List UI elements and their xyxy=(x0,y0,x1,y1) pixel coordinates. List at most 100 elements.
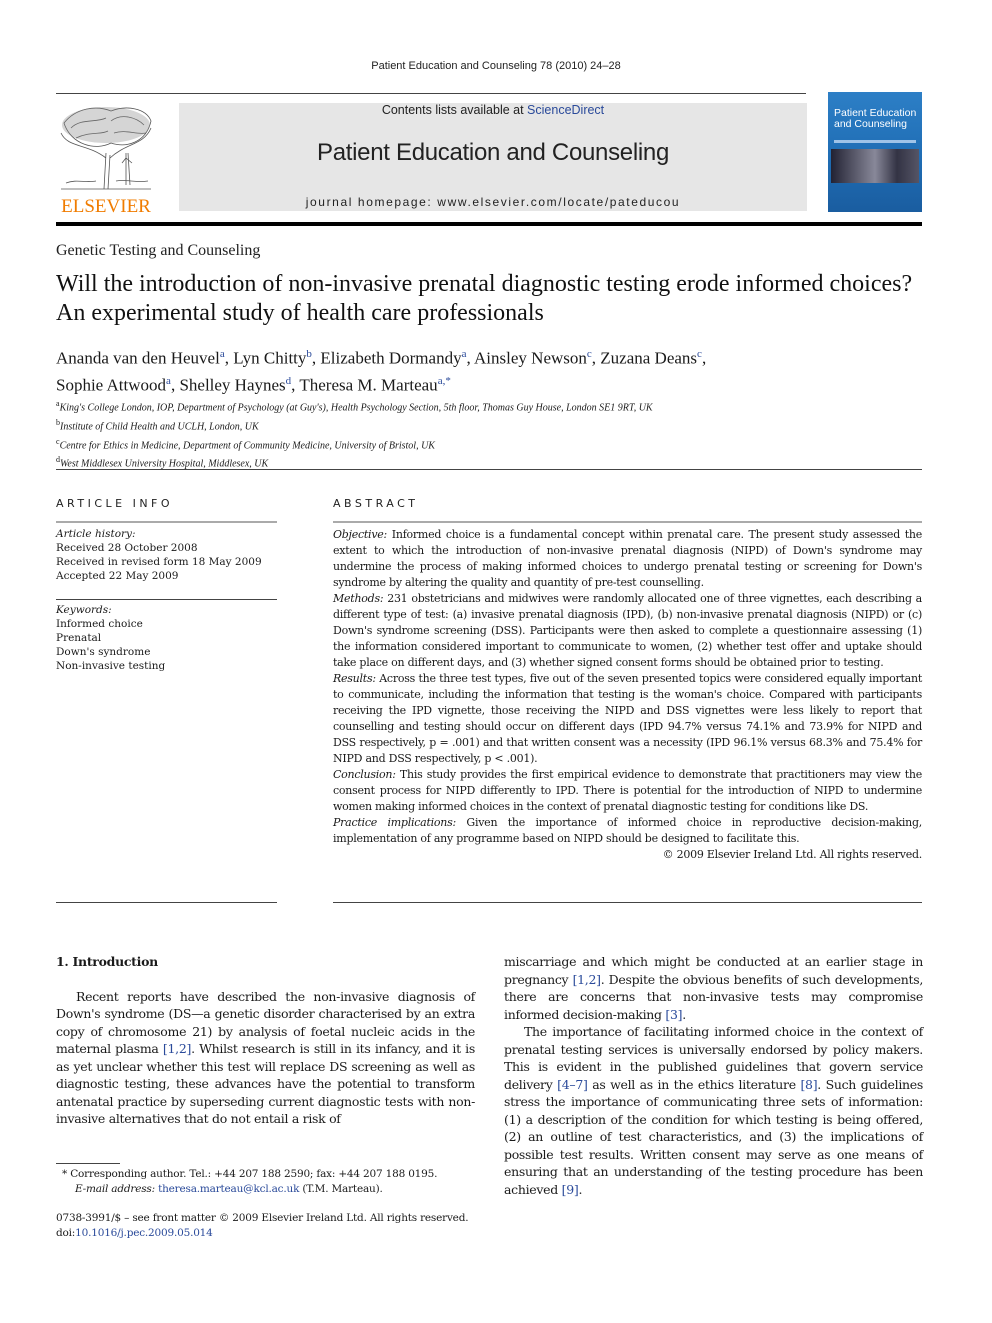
abstract-copyright: © 2009 Elsevier Ireland Ltd. All rights … xyxy=(662,848,923,861)
doi-link[interactable]: 10.1016/j.pec.2009.05.014 xyxy=(75,1227,213,1239)
history-item: Received in revised form 18 May 2009 xyxy=(56,556,262,568)
affiliation-text: Centre for Ethics in Medicine, Departmen… xyxy=(59,439,435,451)
abstract-objective: Objective: Informed choice is a fundamen… xyxy=(333,527,922,591)
abstract-heading: ABSTRACT xyxy=(333,497,419,510)
email-suffix: (T.M. Marteau). xyxy=(299,1183,383,1195)
keywords: Keywords: Informed choice Prenatal Down'… xyxy=(56,603,286,673)
keyword: Non-invasive testing xyxy=(56,660,166,672)
abstract-rule xyxy=(333,521,922,523)
corresponding-author-footnote: * Corresponding author. Tel.: +44 207 18… xyxy=(62,1167,492,1197)
abstract-section-text: Informed choice is a fundamental concept… xyxy=(333,528,922,589)
citation-link[interactable]: [8] xyxy=(800,1077,817,1092)
affiliation-text: King's College London, IOP, Department o… xyxy=(59,402,653,414)
affiliation-text: Institute of Child Health and UCLH, Lond… xyxy=(60,421,259,433)
keyword: Informed choice xyxy=(56,618,143,630)
citation-link[interactable]: [1,2] xyxy=(163,1041,191,1056)
author-affiliation-mark[interactable]: c xyxy=(697,348,702,360)
author-affiliation-mark[interactable]: b xyxy=(306,348,312,360)
affiliations-rule xyxy=(56,469,922,470)
article-info-rule xyxy=(56,521,277,523)
author: Lyn Chitty xyxy=(233,348,307,368)
article-title: Will the introduction of non-invasive pr… xyxy=(56,271,913,326)
cover-title: Patient Education and Counseling xyxy=(834,108,916,130)
history-item: Accepted 22 May 2009 xyxy=(56,570,179,582)
doi-prefix: doi: xyxy=(56,1227,76,1239)
paragraph: The importance of facilitating informed … xyxy=(504,1023,923,1198)
paragraph: miscarriage and which might be conducted… xyxy=(504,953,923,1023)
abstract-body: Objective: Informed choice is a fundamen… xyxy=(333,527,922,863)
journal-cover-thumbnail[interactable]: Patient Education and Counseling xyxy=(828,92,922,212)
author-affiliation-mark[interactable]: d xyxy=(286,375,292,387)
abstract-section-label: Practice implications: xyxy=(333,816,456,829)
journal-homepage[interactable]: journal homepage: www.elsevier.com/locat… xyxy=(179,195,807,209)
email-label: E-mail address: xyxy=(75,1183,155,1195)
abstract-bottom-rule xyxy=(333,902,922,903)
elsevier-logo[interactable]: ELSEVIER xyxy=(56,103,156,217)
body-column-right: miscarriage and which might be conducted… xyxy=(504,953,923,1198)
contents-prefix: Contents lists available at xyxy=(381,103,528,117)
section-heading-introduction: 1. Introduction xyxy=(56,954,158,969)
abstract-conclusion: Conclusion: This study provides the firs… xyxy=(333,767,922,815)
elsevier-tree-icon xyxy=(60,107,152,190)
keyword: Prenatal xyxy=(56,632,102,644)
front-matter: 0738-3991/$ – see front matter © 2009 El… xyxy=(56,1211,486,1241)
abstract-practice-implications: Practice implications: Given the importa… xyxy=(333,815,922,847)
author-affiliation-mark[interactable]: c xyxy=(587,348,592,360)
affiliations: aKing's College London, IOP, Department … xyxy=(56,397,936,472)
contents-line: Contents lists available at ScienceDirec… xyxy=(179,103,807,117)
abstract-section-text: Across the three test types, five out of… xyxy=(333,672,922,765)
author-affiliation-mark[interactable]: a,* xyxy=(438,375,451,387)
abstract-section-label: Methods: xyxy=(333,592,384,605)
elsevier-wordmark: ELSEVIER xyxy=(61,196,151,217)
paragraph-text: . Such guidelines stress the importance … xyxy=(504,1076,923,1197)
article-history: Article history: Received 28 October 200… xyxy=(56,527,286,583)
abstract-section-text: This study provides the first empirical … xyxy=(333,768,922,813)
running-head: Patient Education and Counseling 78 (201… xyxy=(371,60,621,72)
citation-link[interactable]: [3] xyxy=(665,1007,682,1022)
paragraph-text: . xyxy=(682,1006,686,1022)
abstract-section-label: Results: xyxy=(333,672,376,685)
journal-title: Patient Education and Counseling xyxy=(317,139,669,166)
citation-link[interactable]: [4–7] xyxy=(557,1077,588,1092)
abstract-methods: Methods: 231 obstetricians and midwives … xyxy=(333,591,922,671)
sciencedirect-link[interactable]: ScienceDirect xyxy=(527,103,604,117)
cover-subtitle-strip xyxy=(834,140,916,143)
author-affiliation-mark[interactable]: a xyxy=(220,348,225,360)
affiliation: aKing's College London, IOP, Department … xyxy=(56,397,936,416)
keyword: Down's syndrome xyxy=(56,646,151,658)
article-history-label: Article history: xyxy=(56,528,136,540)
article-info-heading: ARTICLE INFO xyxy=(56,497,174,510)
paragraph-text: . xyxy=(578,1181,583,1197)
affiliation: cCentre for Ethics in Medicine, Departme… xyxy=(56,435,936,454)
header-thick-rule xyxy=(56,222,922,226)
citation-link[interactable]: [1,2] xyxy=(573,972,601,987)
paragraph-text: as well as in the ethics literature xyxy=(587,1076,801,1092)
author-affiliation-mark[interactable]: a xyxy=(166,375,171,387)
history-item: Received 28 October 2008 xyxy=(56,542,198,554)
journal-banner: Contents lists available at ScienceDirec… xyxy=(179,103,807,211)
author-list: Ananda van den Heuvela, Lyn Chittyb, Eli… xyxy=(56,348,707,395)
abstract-section-label: Objective: xyxy=(333,528,388,541)
corresponding-author-text: Corresponding author. Tel.: +44 207 188 … xyxy=(67,1168,438,1180)
author: Zuzana Deans xyxy=(600,348,698,368)
header-rule xyxy=(56,93,806,94)
abstract-section-label: Conclusion: xyxy=(333,768,396,781)
body-column-left: 1. Introduction Recent reports have desc… xyxy=(56,953,475,1128)
footnote-rule xyxy=(56,1163,120,1164)
cover-title-line2: and Counseling xyxy=(834,118,907,130)
article-info-bottom-rule xyxy=(56,902,277,903)
abstract-results: Results: Across the three test types, fi… xyxy=(333,671,922,767)
affiliation: bInstitute of Child Health and UCLH, Lon… xyxy=(56,416,936,435)
keywords-rule xyxy=(56,599,277,600)
citation-link[interactable]: [9] xyxy=(562,1182,579,1197)
author: Ainsley Newson xyxy=(474,348,587,368)
issn-line: 0738-3991/$ – see front matter © 2009 El… xyxy=(56,1212,469,1224)
author: Sophie Attwood xyxy=(56,375,167,395)
keywords-label: Keywords: xyxy=(56,604,112,616)
author: Ananda van den Heuvel xyxy=(56,348,220,368)
cover-photo-strip xyxy=(831,149,919,183)
author-affiliation-mark[interactable]: a xyxy=(462,348,467,360)
email-link[interactable]: theresa.marteau@kcl.ac.uk xyxy=(158,1183,299,1195)
abstract-section-text: 231 obstetricians and midwives were rand… xyxy=(333,592,922,669)
author: Shelley Haynes xyxy=(179,375,286,395)
